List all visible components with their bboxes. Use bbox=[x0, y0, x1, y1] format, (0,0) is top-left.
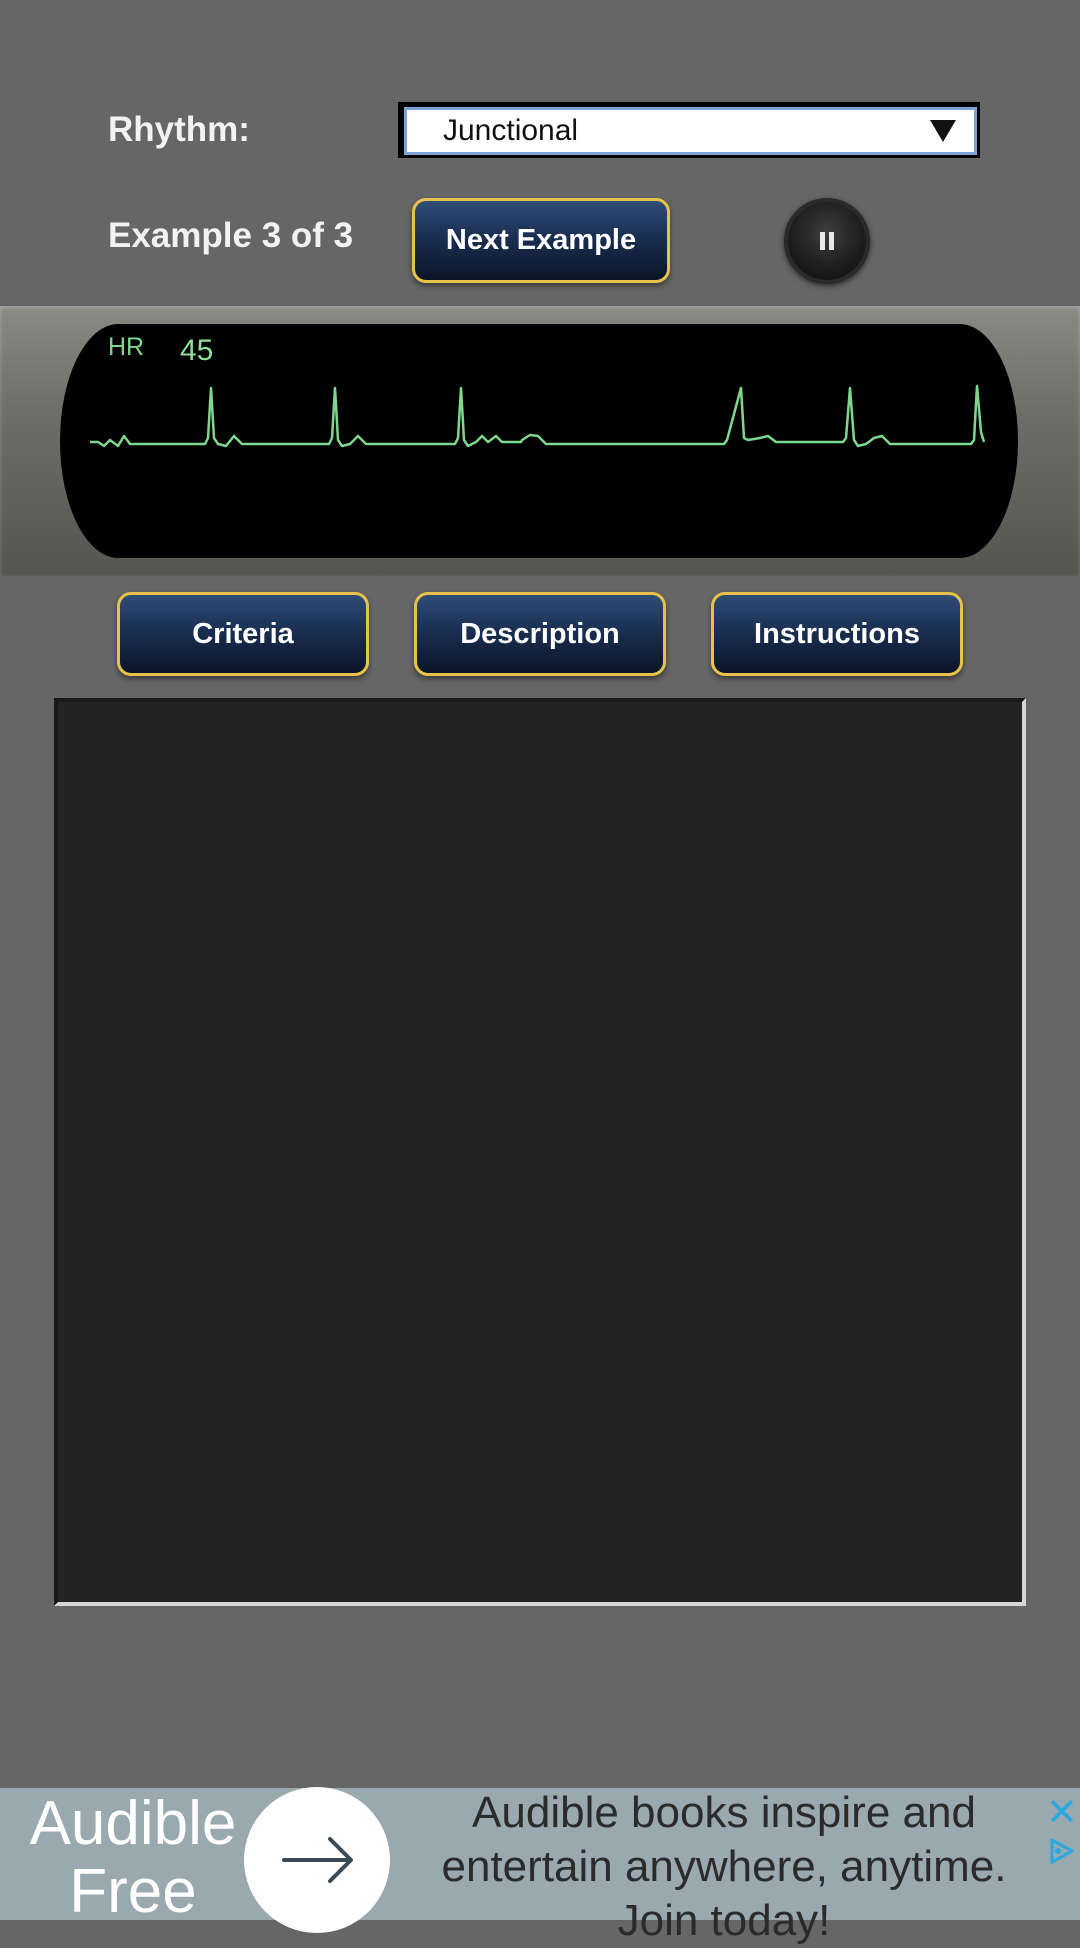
example-counter: Example 3 of 3 bbox=[108, 216, 354, 255]
ad-arrow-button[interactable] bbox=[244, 1787, 390, 1933]
ecg-trace bbox=[90, 384, 986, 448]
ad-choices-icon[interactable] bbox=[1046, 1836, 1076, 1866]
ad-brand[interactable]: Audible Free bbox=[18, 1790, 248, 1926]
dropdown-arrow-icon[interactable] bbox=[930, 120, 956, 142]
description-button[interactable]: Description bbox=[414, 592, 666, 676]
next-example-button[interactable]: Next Example bbox=[412, 198, 670, 283]
instructions-button[interactable]: Instructions bbox=[711, 592, 963, 676]
rhythm-label: Rhythm: bbox=[108, 110, 250, 149]
ad-text[interactable]: Audible books inspire and entertain anyw… bbox=[414, 1786, 1034, 1948]
content-panel bbox=[54, 698, 1026, 1606]
criteria-button[interactable]: Criteria bbox=[117, 592, 369, 676]
pause-icon bbox=[818, 232, 836, 250]
arrow-right-icon bbox=[282, 1837, 353, 1883]
close-icon[interactable]: ✕ bbox=[1046, 1794, 1078, 1832]
rhythm-selected-value: Junctional bbox=[443, 114, 579, 147]
rhythm-select[interactable]: Junctional bbox=[398, 102, 980, 158]
pause-button[interactable] bbox=[784, 198, 870, 284]
